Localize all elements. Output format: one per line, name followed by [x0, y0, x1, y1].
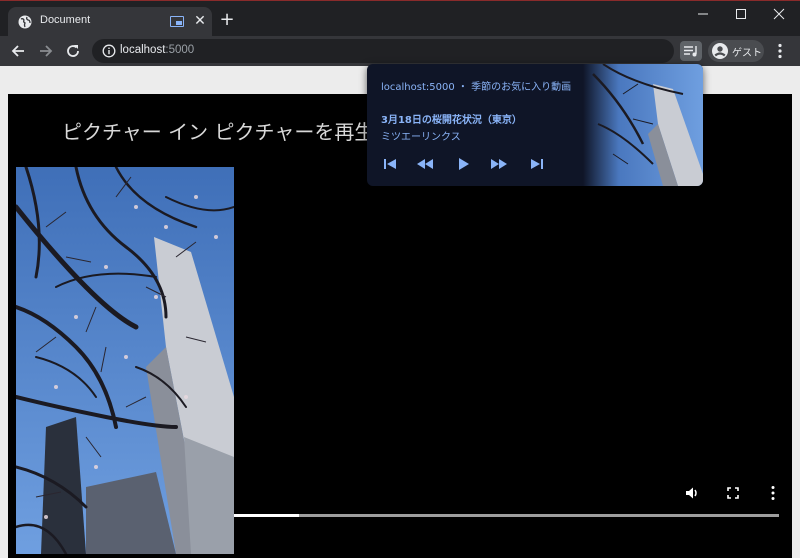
volume-icon[interactable] [683, 484, 701, 502]
back-arrow-icon[interactable] [8, 41, 28, 61]
media-title: 3月18日の桜開花状況（東京） [381, 115, 522, 126]
reload-icon[interactable] [63, 41, 83, 61]
tab-title: Document [40, 14, 91, 26]
previous-track-icon[interactable] [380, 155, 400, 173]
globe-icon [18, 15, 32, 29]
tab-close-icon[interactable]: ✕ [192, 12, 208, 30]
new-tab-button[interactable]: + [218, 11, 236, 29]
fullscreen-icon[interactable] [724, 484, 742, 502]
media-source: localhost:5000 ・ 季節のお気に入り動画 [381, 82, 572, 93]
media-controls-icon[interactable] [680, 41, 702, 61]
video-thumbnail-image [16, 167, 234, 554]
play-icon[interactable] [453, 155, 473, 173]
url-text: localhost:5000 [120, 44, 195, 56]
kebab-menu-icon[interactable] [772, 42, 788, 60]
browser-window: Document ✕ + localhost:5000 ゲスト ピクチャー イン… [0, 0, 800, 558]
video-progress-bar[interactable] [234, 514, 779, 517]
rewind-icon[interactable] [415, 155, 435, 173]
media-controls-popup: localhost:5000 ・ 季節のお気に入り動画 3月18日の桜開花状況（… [367, 64, 703, 186]
page-title: ピクチャー イン ピクチャーを再生 [62, 120, 375, 144]
next-track-icon[interactable] [527, 155, 547, 173]
info-icon[interactable] [102, 44, 116, 58]
video-progress-fill [234, 514, 300, 517]
window-close-icon[interactable] [764, 3, 794, 25]
media-artist: ミツエーリンクス [381, 132, 461, 143]
profile-name: ゲスト [732, 48, 762, 59]
media-artwork-image [583, 64, 703, 186]
avatar-icon [712, 43, 728, 59]
minimize-icon[interactable] [688, 3, 718, 25]
toolbar: localhost:5000 ゲスト [0, 36, 800, 66]
more-options-icon[interactable] [764, 484, 782, 502]
maximize-icon[interactable] [726, 3, 756, 25]
tab-document[interactable]: Document ✕ [8, 7, 212, 37]
profile-button[interactable]: ゲスト [708, 40, 764, 62]
fast-forward-icon[interactable] [489, 155, 509, 173]
picture-in-picture-icon [170, 16, 184, 27]
address-bar[interactable]: localhost:5000 [92, 39, 674, 63]
tab-strip: Document ✕ + [0, 0, 800, 37]
forward-arrow-icon[interactable] [36, 41, 56, 61]
